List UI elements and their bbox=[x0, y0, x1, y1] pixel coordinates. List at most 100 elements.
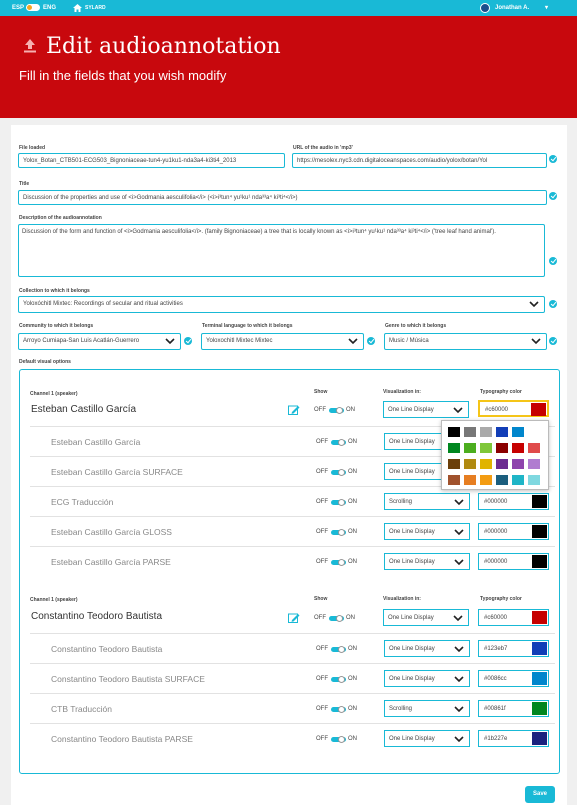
edit-icon[interactable] bbox=[288, 405, 300, 415]
color-swatch[interactable] bbox=[532, 525, 547, 538]
show-switch[interactable]: OFF ON bbox=[316, 529, 361, 537]
switch-on-label: ON bbox=[348, 469, 357, 475]
color-input[interactable]: #0086cc bbox=[478, 670, 549, 687]
color-input[interactable]: #123eb7 bbox=[478, 640, 549, 657]
visualization-value: One Line Display bbox=[388, 407, 434, 413]
palette-swatch[interactable] bbox=[480, 459, 492, 469]
switch-off-label: OFF bbox=[316, 529, 328, 535]
community-select[interactable]: Arroyo Cumiapa-San Luis Acatlán-Guerrero bbox=[18, 333, 181, 350]
show-switch[interactable]: OFF ON bbox=[316, 439, 361, 447]
palette-swatch[interactable] bbox=[512, 443, 524, 453]
palette-swatch[interactable] bbox=[496, 475, 508, 485]
color-swatch[interactable] bbox=[532, 611, 547, 624]
row-divider bbox=[30, 723, 555, 724]
palette-swatch[interactable] bbox=[528, 475, 540, 485]
file-loaded-field[interactable]: Yolox_Botan_CTB501-ECG503_Bignoniaceae-t… bbox=[18, 153, 285, 168]
visualization-select[interactable]: One Line Display bbox=[384, 730, 470, 747]
color-input[interactable]: #1b227e bbox=[478, 730, 549, 747]
visualization-select[interactable]: Scrolling bbox=[384, 493, 470, 510]
show-switch[interactable]: OFF ON bbox=[316, 559, 361, 567]
show-switch[interactable]: OFF ON bbox=[314, 615, 359, 623]
palette-swatch[interactable] bbox=[448, 475, 460, 485]
switch-off-label: OFF bbox=[316, 439, 328, 445]
palette-swatch[interactable] bbox=[496, 459, 508, 469]
show-switch[interactable]: OFF ON bbox=[316, 499, 361, 507]
visualization-select[interactable]: One Line Display bbox=[384, 553, 470, 570]
switch-knob bbox=[338, 469, 345, 476]
color-input[interactable]: #00861f bbox=[478, 700, 549, 717]
save-button[interactable]: Save bbox=[525, 786, 555, 803]
file-loaded-label: File loaded bbox=[19, 145, 46, 151]
palette-swatch[interactable] bbox=[496, 443, 508, 453]
tier-name: Esteban Castillo García PARSE bbox=[51, 557, 171, 567]
color-hex: #c60000 bbox=[484, 615, 508, 621]
color-hex: #c60000 bbox=[485, 407, 509, 413]
audio-url-field[interactable]: https://mesolex.nyc3.cdn.digitaloceanspa… bbox=[292, 153, 547, 168]
palette-swatch[interactable] bbox=[448, 443, 460, 453]
genre-value: Music / Música bbox=[389, 338, 429, 344]
switch-on-label: ON bbox=[346, 615, 355, 621]
color-swatch[interactable] bbox=[532, 702, 547, 715]
visualization-select[interactable]: One Line Display bbox=[383, 609, 469, 626]
palette-swatch[interactable] bbox=[464, 427, 476, 437]
show-switch[interactable]: OFF ON bbox=[316, 646, 361, 654]
page-subtitle: Fill in the fields that you wish modify bbox=[19, 68, 227, 83]
switch-knob bbox=[338, 646, 345, 653]
collection-select[interactable]: Yoloxóchitl Mixtec: Recordings of secula… bbox=[18, 296, 545, 313]
speaker-name: Esteban Castillo García bbox=[31, 404, 137, 415]
color-input[interactable]: #c60000 bbox=[478, 400, 549, 417]
user-menu[interactable]: Jonathan A. ▾ bbox=[480, 3, 560, 13]
palette-swatch[interactable] bbox=[464, 459, 476, 469]
genre-select[interactable]: Music / Música bbox=[384, 333, 547, 350]
audio-url-label: URL of the audio in 'mp3' bbox=[293, 145, 353, 151]
lang-esp-label[interactable]: ESP bbox=[12, 5, 24, 11]
home-link[interactable]: SYLARD bbox=[72, 3, 112, 13]
chevron-down-icon bbox=[454, 559, 464, 566]
visualization-select[interactable]: One Line Display bbox=[384, 670, 470, 687]
palette-swatch[interactable] bbox=[464, 475, 476, 485]
palette-swatch[interactable] bbox=[448, 459, 460, 469]
page-title: Edit audioannotation bbox=[46, 34, 281, 59]
switch-off-label: OFF bbox=[316, 646, 328, 652]
color-input[interactable]: #c60000 bbox=[478, 609, 549, 626]
palette-swatch[interactable] bbox=[512, 459, 524, 469]
palette-swatch[interactable] bbox=[480, 443, 492, 453]
color-input[interactable]: #000000 bbox=[478, 553, 549, 570]
visualization-select[interactable]: One Line Display bbox=[383, 401, 469, 418]
color-swatch[interactable] bbox=[532, 555, 547, 568]
palette-swatch[interactable] bbox=[496, 427, 508, 437]
language-select[interactable]: Yoloxochitl Mixtec Mixtec bbox=[201, 333, 364, 350]
palette-swatch[interactable] bbox=[448, 427, 460, 437]
description-field[interactable]: Discussion of the form and function of <… bbox=[18, 224, 545, 277]
palette-swatch[interactable] bbox=[480, 427, 492, 437]
color-swatch[interactable] bbox=[532, 732, 547, 745]
visualization-select[interactable]: One Line Display bbox=[384, 523, 470, 540]
color-swatch[interactable] bbox=[532, 495, 547, 508]
visualization-value: One Line Display bbox=[389, 559, 435, 565]
color-swatch[interactable] bbox=[531, 403, 546, 416]
color-swatch[interactable] bbox=[532, 642, 547, 655]
edit-icon[interactable] bbox=[288, 613, 300, 623]
palette-swatch[interactable] bbox=[480, 475, 492, 485]
color-input[interactable]: #000000 bbox=[478, 523, 549, 540]
show-switch[interactable]: OFF ON bbox=[316, 676, 361, 684]
show-switch[interactable]: OFF ON bbox=[316, 706, 361, 714]
show-switch[interactable]: OFF ON bbox=[314, 407, 359, 415]
visualization-select[interactable]: Scrolling bbox=[384, 700, 470, 717]
title-field[interactable]: Discussion of the properties and use of … bbox=[18, 190, 547, 205]
visualization-header: Visualization in: bbox=[383, 389, 421, 395]
language-toggle[interactable] bbox=[26, 4, 40, 11]
color-input[interactable]: #000000 bbox=[478, 493, 549, 510]
color-swatch[interactable] bbox=[532, 672, 547, 685]
home-icon bbox=[73, 4, 82, 12]
palette-swatch[interactable] bbox=[464, 443, 476, 453]
palette-swatch[interactable] bbox=[512, 475, 524, 485]
palette-swatch[interactable] bbox=[528, 443, 540, 453]
switch-knob bbox=[338, 706, 345, 713]
show-switch[interactable]: OFF ON bbox=[316, 469, 361, 477]
palette-swatch[interactable] bbox=[528, 459, 540, 469]
visualization-select[interactable]: One Line Display bbox=[384, 640, 470, 657]
lang-eng-label[interactable]: ENG bbox=[43, 5, 56, 11]
show-switch[interactable]: OFF ON bbox=[316, 736, 361, 744]
palette-swatch[interactable] bbox=[512, 427, 524, 437]
